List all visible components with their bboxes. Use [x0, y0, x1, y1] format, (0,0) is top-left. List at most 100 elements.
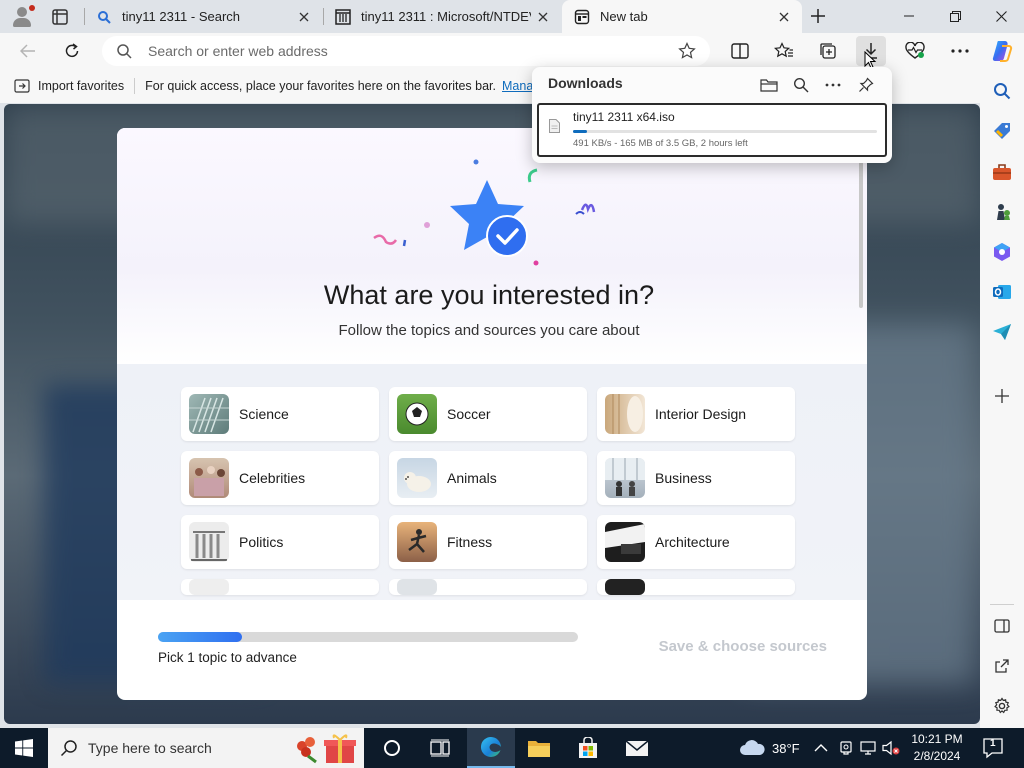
taskbar-edge-button[interactable]: [467, 728, 515, 768]
import-favorites-button[interactable]: Import favorites: [14, 79, 124, 93]
external-link-button[interactable]: [988, 652, 1016, 680]
search-icon: [793, 77, 809, 93]
refresh-icon: [65, 43, 79, 58]
restore-button[interactable]: [932, 0, 978, 32]
folder-icon: [760, 79, 778, 92]
topic-thumbnail: [189, 579, 229, 595]
sidebar-outlook-button[interactable]: [988, 278, 1016, 306]
tab-new-tab[interactable]: New tab: [562, 0, 802, 33]
taskbar-search-box[interactable]: Type here to search: [48, 728, 364, 768]
cloud-icon: [740, 740, 765, 755]
interests-dialog: What are you interested in? Follow the t…: [117, 128, 867, 700]
tab-actions-button[interactable]: [44, 5, 76, 29]
navigation-toolbar: [0, 33, 1024, 69]
browser-essentials-button[interactable]: [900, 36, 930, 66]
search-downloads-button[interactable]: [788, 72, 814, 98]
topic-card-soccer[interactable]: Soccer: [389, 387, 587, 441]
tab-archive[interactable]: tiny11 2311 : Microsoft/NTDEV :: [323, 0, 561, 33]
minimize-button[interactable]: [886, 0, 932, 32]
split-screen-button[interactable]: [725, 36, 755, 66]
pin-downloads-button[interactable]: [853, 72, 879, 98]
topic-card-business[interactable]: Business: [597, 451, 795, 505]
topics-progress-fill: [158, 632, 242, 642]
architecture-thumbnail: [605, 522, 645, 562]
collections-button[interactable]: [813, 36, 843, 66]
topic-card-interior-design[interactable]: Interior Design: [597, 387, 795, 441]
profile-notification-dot: [29, 5, 35, 11]
sidebar-tools-button[interactable]: [988, 158, 1016, 186]
copilot-button[interactable]: [987, 36, 1017, 66]
sidebar-add-button[interactable]: [988, 382, 1016, 410]
sidebar-drop-button[interactable]: [988, 318, 1016, 346]
topic-card-politics[interactable]: Politics: [181, 515, 379, 569]
topic-card-architecture[interactable]: Architecture: [597, 515, 795, 569]
hide-sidebar-button[interactable]: [988, 612, 1016, 640]
tab-close-button[interactable]: [772, 5, 796, 29]
task-view-button[interactable]: [416, 728, 464, 768]
close-icon: [995, 10, 1007, 22]
more-icon: [825, 83, 841, 87]
tab-close-button[interactable]: [292, 5, 316, 29]
tab-close-button[interactable]: [531, 5, 555, 29]
settings-more-button[interactable]: [945, 36, 975, 66]
taskbar-file-explorer-button[interactable]: [515, 728, 563, 768]
topic-label: Interior Design: [655, 406, 747, 422]
start-button[interactable]: [0, 728, 48, 768]
save-choose-sources-button[interactable]: Save & choose sources: [637, 638, 827, 655]
sidebar-shopping-button[interactable]: [988, 117, 1016, 145]
downloads-more-button[interactable]: [820, 72, 846, 98]
store-bag-icon: [579, 737, 597, 758]
topic-card-celebrities[interactable]: Celebrities: [181, 451, 379, 505]
volume-muted-icon: [882, 740, 900, 756]
paper-plane-icon: [993, 324, 1011, 340]
favorites-button[interactable]: [769, 36, 799, 66]
sidebar-microsoft365-button[interactable]: [988, 238, 1016, 266]
address-input[interactable]: [148, 43, 672, 59]
sidebar-games-button[interactable]: [988, 198, 1016, 226]
show-hidden-icons-button[interactable]: [814, 728, 828, 768]
topic-card-fitness[interactable]: Fitness: [389, 515, 587, 569]
address-bar[interactable]: [102, 36, 710, 66]
tab-search[interactable]: tiny11 2311 - Search: [84, 0, 322, 33]
tray-device-icon-button[interactable]: [838, 728, 854, 768]
downloads-title: Downloads: [548, 75, 623, 91]
refresh-button[interactable]: [57, 36, 87, 66]
download-item[interactable]: tiny11 2311 x64.iso 491 KB/s - 165 MB of…: [537, 103, 887, 157]
dialog-scrollbar[interactable]: [859, 158, 863, 308]
tab-actions-icon: [52, 9, 68, 25]
edge-sidebar: [980, 69, 1024, 728]
taskbar-store-button[interactable]: [564, 728, 612, 768]
search-icon: [994, 83, 1011, 100]
external-link-icon: [995, 659, 1009, 673]
toolbox-icon: [993, 164, 1011, 180]
profile-avatar[interactable]: [8, 3, 36, 29]
topic-card-partial[interactable]: [597, 579, 795, 595]
back-button[interactable]: [13, 36, 43, 66]
new-tab-button[interactable]: [804, 4, 832, 28]
weather-widget[interactable]: 38°F: [738, 728, 800, 768]
network-button[interactable]: [860, 728, 878, 768]
close-window-button[interactable]: [978, 0, 1024, 32]
cortana-button[interactable]: [368, 728, 416, 768]
topic-card-animals[interactable]: Animals: [389, 451, 587, 505]
notification-center-button[interactable]: 1: [980, 734, 1008, 762]
add-favorite-button[interactable]: [672, 42, 702, 60]
open-downloads-folder-button[interactable]: [756, 72, 782, 98]
sidebar-search-button[interactable]: [988, 77, 1016, 105]
celebrities-thumbnail: [189, 458, 229, 498]
volume-button[interactable]: [882, 728, 900, 768]
topic-card-partial[interactable]: [181, 579, 379, 595]
chevron-up-icon: [814, 744, 828, 752]
topic-label: Architecture: [655, 534, 730, 550]
sidebar-panel-icon: [994, 619, 1010, 633]
topic-card-science[interactable]: Science: [181, 387, 379, 441]
download-filename: tiny11 2311 x64.iso: [573, 110, 675, 124]
taskbar-mail-button[interactable]: [613, 728, 661, 768]
sidebar-settings-button[interactable]: [988, 692, 1016, 720]
taskbar-search-placeholder: Type here to search: [88, 740, 212, 756]
favorites-separator: [134, 78, 136, 94]
collections-icon: [820, 43, 836, 59]
topic-card-partial[interactable]: [389, 579, 587, 595]
taskbar-clock[interactable]: 10:21 PM 2/8/2024: [902, 731, 972, 765]
microsoft365-icon: [994, 243, 1010, 261]
